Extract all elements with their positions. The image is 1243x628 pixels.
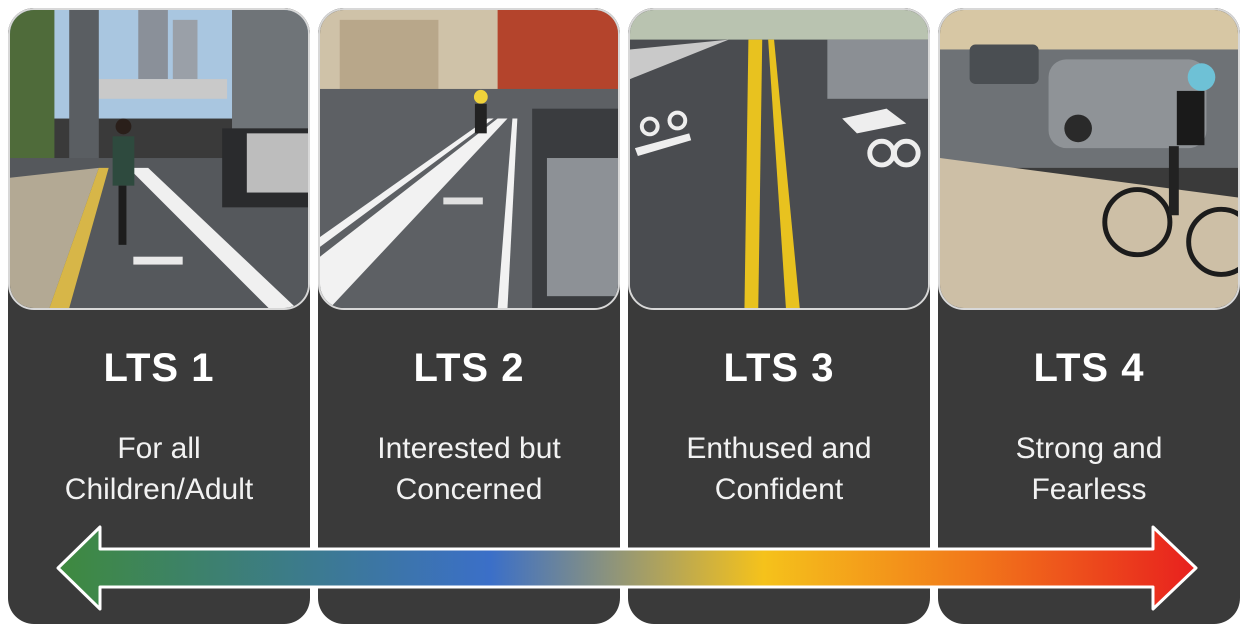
lts-4-label: LTS 4 [1033,346,1145,390]
lts-3-photo [628,8,930,310]
lts-1-description: For all Children/Adult [64,432,254,506]
lts-3-panel: LTS 3 Enthused and Confident [628,8,930,624]
lts-1-label: LTS 1 [103,346,215,390]
lts-1-photo [8,8,310,310]
lts-2-panel: LTS 2 Interested but Concerned [318,8,620,624]
lts-3-label: LTS 3 [723,346,835,390]
lts-3-description: Enthused and Confident [686,432,872,506]
lts-4-photo [938,8,1240,310]
lts-2-label: LTS 2 [413,346,525,390]
lts-2-photo [318,8,620,310]
lts-4-description: Strong and Fearless [1015,432,1163,506]
lts-1-panel: LTS 1 For all Children/Adult [8,8,310,624]
lts-2-description: Interested but Concerned [377,432,561,506]
lts-4-panel: LTS 4 Strong and Fearless [938,8,1240,624]
